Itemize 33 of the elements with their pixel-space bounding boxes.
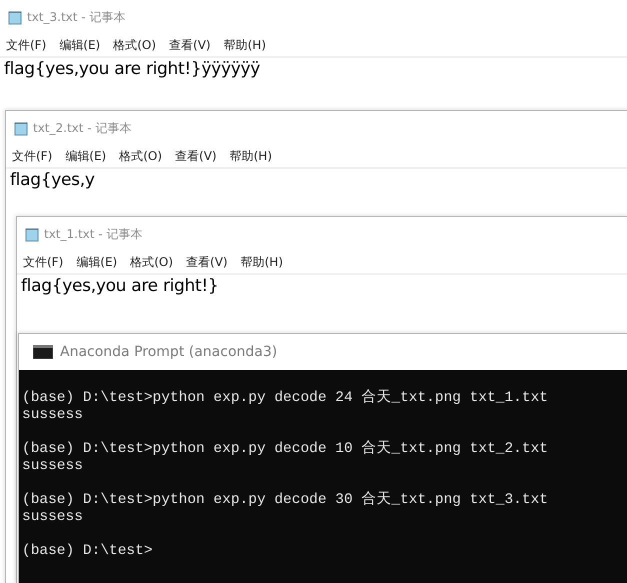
menu-item[interactable]: 编辑(E) [59,36,100,54]
terminal-icon [33,345,53,359]
menu-item[interactable]: 文件(F) [6,36,46,54]
console-line: sussess [22,458,84,475]
console-line: (base) D:\test>python exp.py decode 24 合天_txt.png txt_1.txt [22,390,549,407]
window-title: Anaconda Prompt (anaconda3) [60,344,278,360]
menu-item[interactable]: 文件(F) [12,148,52,164]
menu-item[interactable]: 帮助(H) [240,254,283,270]
menu-item[interactable]: 文件(F) [23,254,64,270]
notepad-icon [25,226,39,242]
menu-item[interactable]: 查看(V) [169,36,211,54]
console-line: sussess [22,407,84,424]
notepad-icon [14,120,28,136]
menu-item[interactable]: 帮助(H) [230,148,272,164]
window-title: txt_2.txt - 记事本 [33,120,132,136]
menu-item[interactable]: 编辑(E) [65,148,106,164]
console-line: (base) D:\test> [22,543,154,560]
document-text: flag{yes,y [9,169,96,191]
menu-item[interactable]: 格式(O) [130,254,174,270]
menu-item[interactable]: 帮助(H) [224,36,266,54]
console-line: (base) D:\test>python exp.py decode 10 合天_txt.png txt_2.txt [22,441,549,458]
menu-item[interactable]: 编辑(E) [76,254,118,270]
menu-item[interactable]: 格式(O) [113,36,156,54]
menu-item[interactable]: 查看(V) [175,148,217,164]
document-text: flag{yes,you are right!}ÿÿÿÿÿÿ [3,58,261,80]
window-title: txt_1.txt - 记事本 [44,226,142,242]
console-line: (base) D:\test>python exp.py decode 30 合天_txt.png txt_3.txt [22,492,549,509]
console-line: sussess [22,509,84,526]
menu-item[interactable]: 格式(O) [119,148,162,164]
notepad-icon [8,10,22,24]
window-title: txt_3.txt - 记事本 [27,8,126,26]
menu-item[interactable]: 查看(V) [186,254,228,270]
document-text: flag{yes,you are right!} [20,275,220,297]
